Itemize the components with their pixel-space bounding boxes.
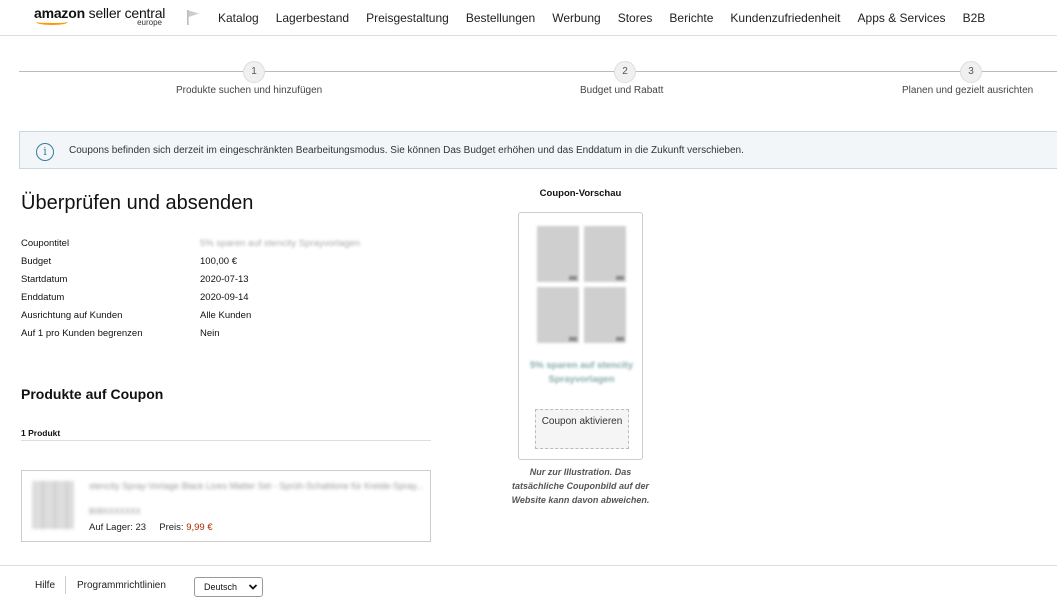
preview-coupon-text: 5% sparen auf stencity Sprayvorlagen [530,360,633,385]
nav-item-katalog[interactable]: Katalog [218,11,259,25]
seller-central-logo[interactable]: amazon seller central europe [34,5,174,31]
language-value: Deutsch [204,582,238,592]
chevron-down-icon [248,584,258,590]
nav-item-preisgestaltung[interactable]: Preisgestaltung [366,11,449,25]
detail-label: Ausrichtung auf Kunden [21,310,123,321]
divider [21,440,431,441]
detail-value: 100,00 € [200,256,237,267]
detail-value: 2020-09-14 [200,292,249,303]
main-menu: Katalog Lagerbestand Preisgestaltung Bestel… [218,0,1002,36]
product-asin: B08XXXXXXX [89,507,141,516]
coupon-preview-card: 5% sparen auf stencity Sprayvorlagen Cou… [518,212,643,460]
detail-label: Budget [21,256,52,267]
nav-item-bestellungen[interactable]: Bestellungen [466,11,535,25]
amazon-smile-icon [36,19,68,25]
logo-region: europe [137,18,162,27]
product-card: stencity Spray-Vorlage Black Lives Matte… [21,470,431,542]
nav-item-b2b[interactable]: B2B [963,11,986,25]
info-banner: i Coupons befinden sich derzeit im einge… [19,131,1057,169]
step-2-circle[interactable]: 2 [614,61,636,83]
nav-item-stores[interactable]: Stores [618,11,653,25]
preview-product-image [584,226,626,282]
info-icon: i [36,143,54,161]
detail-row-start-date: Startdatum 2020-07-13 [21,274,441,288]
price-label: Preis: [159,522,184,533]
detail-row-targeting: Ausrichtung auf Kunden Alle Kunden [21,310,441,324]
detail-label: Coupontitel [21,238,70,249]
detail-value: 5% sparen auf stencity Sprayvorlagen [200,238,361,249]
activate-coupon-button[interactable]: Coupon aktivieren [535,409,629,449]
stepper-track [19,71,1057,72]
footer-divider [0,565,1057,566]
detail-value: Alle Kunden [200,310,252,321]
detail-value: 2020-07-13 [200,274,249,285]
detail-row-budget: Budget 100,00 € [21,256,441,270]
nav-item-lagerbestand[interactable]: Lagerbestand [276,11,349,25]
help-link[interactable]: Hilfe [35,580,55,591]
products-heading: Produkte auf Coupon [21,386,164,402]
detail-row-end-date: Enddatum 2020-09-14 [21,292,441,306]
product-title[interactable]: stencity Spray-Vorlage Black Lives Matte… [89,480,424,492]
nav-item-kundenzufriedenheit[interactable]: Kundenzufriedenheit [730,11,840,25]
footer-separator [65,576,66,594]
language-select[interactable]: Deutsch [194,577,263,597]
nav-item-berichte[interactable]: Berichte [669,11,713,25]
product-count: 1 Produkt [21,428,61,438]
product-image [32,481,74,529]
step-2-label[interactable]: Budget und Rabatt [580,85,663,96]
preview-disclaimer: Nur zur Illustration. Das tatsächliche C… [511,467,650,505]
step-1-circle[interactable]: 1 [243,61,265,83]
price-value: 9,99 € [186,522,213,533]
nav-item-werbung[interactable]: Werbung [552,11,600,25]
detail-label: Enddatum [21,292,65,303]
top-navigation: amazon seller central europe Katalog Lage… [0,0,1057,36]
page-title: Überprüfen und absenden [21,192,254,214]
preview-product-image [537,226,579,282]
detail-value: Nein [200,328,220,339]
stock-value: 23 [135,522,147,533]
step-1-label[interactable]: Produkte suchen und hinzufügen [176,85,322,96]
stock-label: Auf Lager: [89,522,133,533]
preview-product-image [537,287,579,343]
nav-item-apps-services[interactable]: Apps & Services [858,11,946,25]
program-policies-link[interactable]: Programmrichtlinien [77,580,166,591]
banner-text: Coupons befinden sich derzeit im eingesc… [69,145,744,156]
step-3-circle[interactable]: 3 [960,61,982,83]
preview-title: Coupon-Vorschau [539,188,622,199]
detail-row-limit: Auf 1 pro Kunden begrenzen Nein [21,328,441,342]
detail-label: Startdatum [21,274,68,285]
step-3-label[interactable]: Planen und gezielt ausrichten [902,85,1033,96]
preview-product-image [584,287,626,343]
flag-icon[interactable] [186,9,200,25]
product-stock-price: Auf Lager: 23 Preis: 9,99 € [89,522,213,533]
detail-row-coupon-title: Coupontitel 5% sparen auf stencity Spray… [21,238,441,252]
detail-label: Auf 1 pro Kunden begrenzen [21,328,143,339]
